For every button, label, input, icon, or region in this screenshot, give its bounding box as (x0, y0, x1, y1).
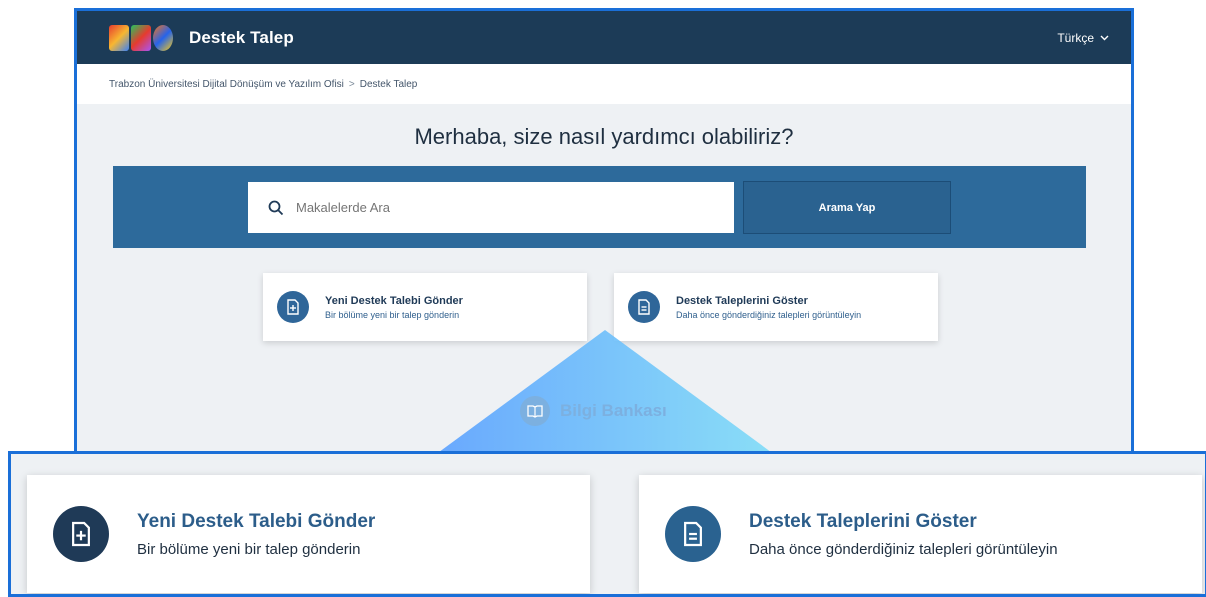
card-text: Destek Taleplerini Göster Daha önce gönd… (749, 511, 1058, 558)
chevron-down-icon (1100, 35, 1109, 40)
logo-block (109, 24, 129, 51)
file-plus-icon (277, 291, 309, 323)
book-icon (520, 396, 550, 426)
language-label: Türkçe (1057, 30, 1094, 45)
zoom-spotlight (435, 330, 775, 455)
knowledge-base-link[interactable]: Bilgi Bankası (520, 396, 667, 426)
file-text-icon (665, 506, 721, 562)
logo-block (153, 24, 173, 51)
breadcrumb-separator: > (348, 78, 355, 90)
screenshot-stage: Destek Talep Türkçe Trabzon Üniversitesi… (0, 0, 1206, 597)
card-title: Destek Taleplerini Göster (676, 294, 808, 307)
breadcrumb-item-current[interactable]: Destek Talep (360, 79, 418, 90)
page-title: Merhaba, size nasıl yardımcı olabiliriz? (414, 124, 794, 149)
knowledge-base-label: Bilgi Bankası (560, 401, 667, 420)
search-button[interactable]: Arama Yap (743, 181, 951, 234)
language-selector[interactable]: Türkçe (1057, 31, 1109, 45)
card-title: Yeni Destek Talebi Gönder (325, 294, 463, 307)
logo[interactable] (109, 22, 179, 54)
card-title: Destek Taleplerini Göster (749, 510, 977, 532)
card-subtitle: Bir bölüme yeni bir talep gönderin (137, 540, 361, 558)
zoomed-cards-panel: Yeni Destek Talebi Gönder Bir bölüme yen… (8, 451, 1206, 597)
card-title: Yeni Destek Talebi Gönder (137, 510, 376, 532)
search-icon (268, 200, 284, 215)
card-text: Yeni Destek Talebi Gönder Bir bölüme yen… (137, 511, 375, 558)
show-tickets-card-zoomed[interactable]: Destek Taleplerini Göster Daha önce gönd… (639, 475, 1202, 593)
card-subtitle: Bir bölüme yeni bir talep gönderin (325, 309, 460, 320)
search-box[interactable] (248, 182, 734, 233)
card-text: Destek Taleplerini Göster Daha önce gönd… (676, 295, 861, 320)
file-plus-icon (53, 506, 109, 562)
new-ticket-card-zoomed[interactable]: Yeni Destek Talebi Gönder Bir bölüme yen… (27, 475, 590, 593)
app-title[interactable]: Destek Talep (189, 28, 294, 48)
file-text-icon (628, 291, 660, 323)
card-subtitle: Daha önce gönderdiğiniz talepleri görünt… (676, 309, 862, 320)
top-navbar: Destek Talep Türkçe (77, 11, 1131, 64)
logo-block (131, 24, 151, 51)
search-band: Arama Yap (113, 166, 1086, 248)
breadcrumb: Trabzon Üniversitesi Dijital Dönüşüm ve … (77, 64, 1131, 104)
breadcrumb-item-home[interactable]: Trabzon Üniversitesi Dijital Dönüşüm ve … (109, 79, 344, 90)
card-subtitle: Daha önce gönderdiğiniz talepleri görünt… (749, 540, 1058, 558)
search-input[interactable] (296, 200, 676, 215)
card-text: Yeni Destek Talebi Gönder Bir bölüme yen… (325, 295, 463, 320)
